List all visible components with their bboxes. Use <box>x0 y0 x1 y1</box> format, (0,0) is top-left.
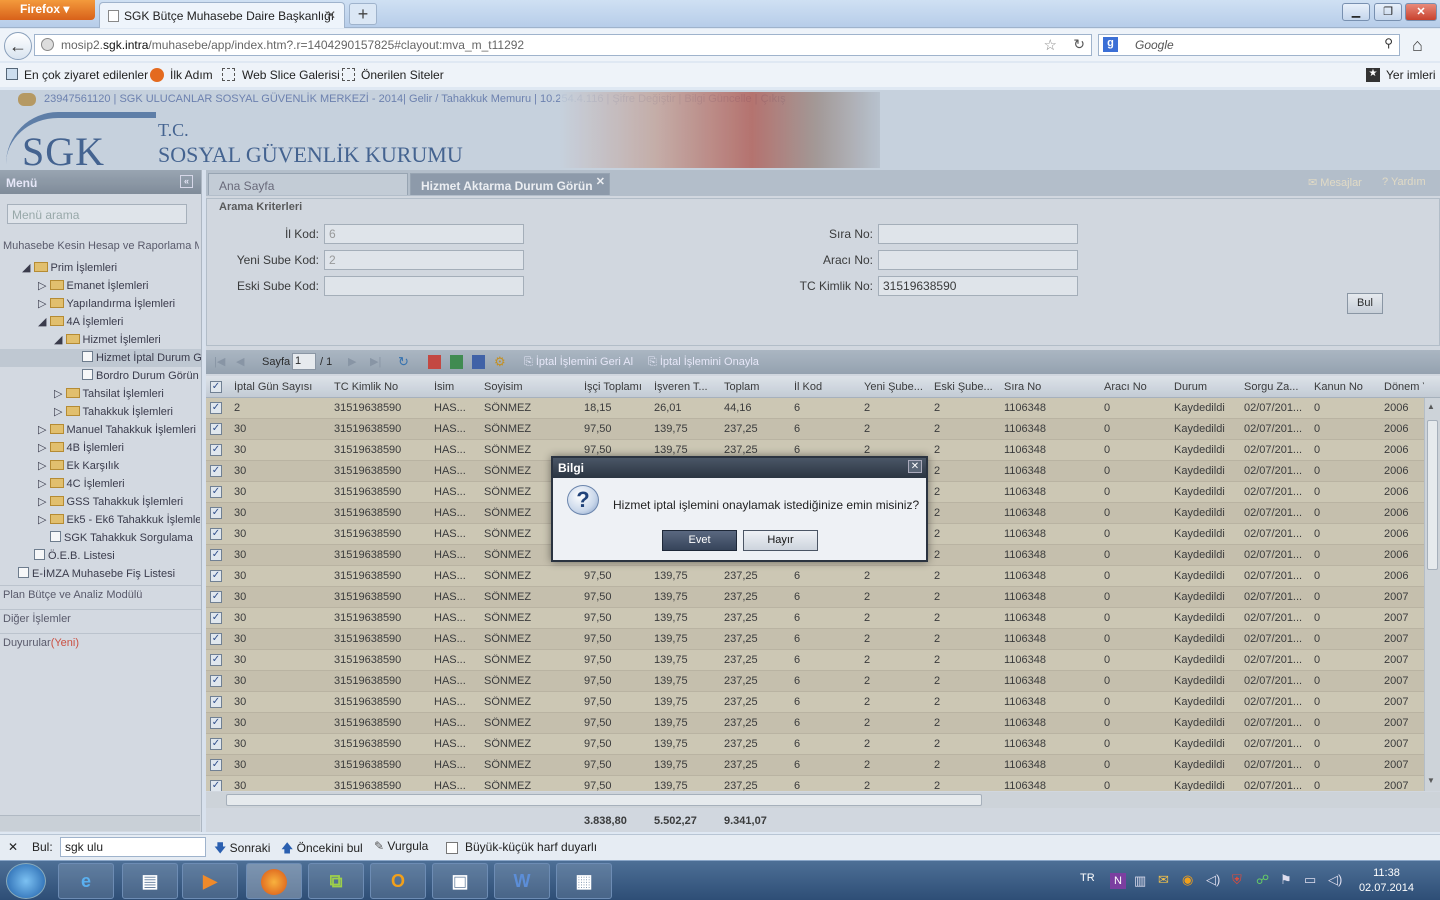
question-icon: ? <box>567 485 599 515</box>
windows-taskbar: e ▤ ▶ ⧉ O ▣ W ▦ TR N ▥ ✉ ◉ ◁) ⛨ ☍ ⚑ ▭ ◁)… <box>0 860 1440 900</box>
find-bar: ✕ Bul: sgk ulu 🡇 Sonraki 🡅 Öncekini bul … <box>0 834 1440 860</box>
find-label: Bul: <box>32 840 53 854</box>
bookmark-first-steps[interactable]: İlk Adım <box>170 68 213 82</box>
calculator-icon[interactable]: ▦ <box>556 863 612 899</box>
search-box[interactable]: g Google ⚲ <box>1098 34 1400 56</box>
tab-close-icon[interactable]: ✕ <box>326 8 336 22</box>
web-slice-icon <box>222 68 235 81</box>
network-tray-icon[interactable]: ☍ <box>1256 872 1269 888</box>
ie-icon[interactable]: e <box>58 863 114 899</box>
flag-icon[interactable]: ⚑ <box>1280 872 1292 888</box>
bookmarks-star-icon: ★ <box>1366 68 1380 82</box>
word-taskbar-icon[interactable]: W <box>494 863 550 899</box>
bookmarks-icon <box>6 68 18 80</box>
language-indicator[interactable]: TR <box>1080 872 1095 884</box>
browser-tab[interactable]: SGK Bütçe Muhasebe Daire Başkanlığı ✕ <box>99 2 345 28</box>
network-app-icon[interactable]: ⧉ <box>308 863 364 899</box>
firefox-taskbar-icon[interactable] <box>246 863 302 899</box>
bookmark-star-icon[interactable]: ☆ <box>1044 36 1057 54</box>
back-arrow-icon[interactable]: ← <box>4 32 32 60</box>
no-button[interactable]: Hayır <box>743 530 818 551</box>
bookmarks-menu[interactable]: Yer imleri <box>1386 68 1436 82</box>
bookmark-suggested-sites[interactable]: Önerilen Siteler <box>361 68 444 82</box>
highlight-button[interactable]: ✎ Vurgula <box>374 839 428 853</box>
match-case-checkbox[interactable] <box>446 842 458 854</box>
confirm-dialog: Bilgi ✕ ? Hizmet iptal işlemini onaylama… <box>551 456 928 562</box>
close-window-button[interactable]: ✕ <box>1405 3 1437 21</box>
browser-titlebar: Firefox ▾ SGK Bütçe Muhasebe Daire Başka… <box>0 0 1440 28</box>
minimize-button[interactable]: ▁ <box>1342 3 1370 21</box>
media-player-icon[interactable]: ▶ <box>182 863 238 899</box>
mail-tray-icon[interactable]: ✉ <box>1158 872 1169 888</box>
dialog-close-icon[interactable]: ✕ <box>908 460 922 473</box>
find-prev-button[interactable]: 🡅 Öncekini bul <box>281 839 363 860</box>
find-next-button[interactable]: 🡇 Sonraki <box>214 839 270 860</box>
suggested-sites-icon <box>342 68 355 81</box>
home-icon[interactable]: ⌂ <box>1412 35 1423 56</box>
dialog-message: Hizmet iptal işlemini onaylamak istediği… <box>613 498 920 512</box>
globe-icon <box>41 38 54 51</box>
yes-button[interactable]: Evet <box>662 530 737 551</box>
find-close-icon[interactable]: ✕ <box>8 840 18 854</box>
reload-icon[interactable]: ↻ <box>1073 36 1085 53</box>
bookmark-web-slice[interactable]: Web Slice Galerisi <box>242 68 340 82</box>
outlook-icon[interactable]: O <box>370 863 426 899</box>
page-icon <box>108 10 119 22</box>
navigation-bar: ← mosip2.sgk.intra/muhasebe/app/index.ht… <box>0 29 1440 61</box>
match-case-label: Büyük-küçük harf duyarlı <box>465 840 598 854</box>
google-icon: g <box>1103 37 1118 52</box>
onenote-tray-icon[interactable]: N <box>1110 873 1126 889</box>
app-window-icon[interactable]: ▣ <box>432 863 488 899</box>
bookmark-most-visited[interactable]: En çok ziyaret edilenler <box>24 68 148 82</box>
bookmarks-toolbar: En çok ziyaret edilenler İlk Adım Web Sl… <box>0 63 1440 87</box>
explorer-icon[interactable]: ▤ <box>122 863 178 899</box>
tray-icon[interactable]: ▥ <box>1134 873 1146 889</box>
taskbar-clock[interactable]: 11:38 02.07.2014 <box>1359 866 1414 896</box>
find-input[interactable]: sgk ulu <box>60 837 206 857</box>
search-icon[interactable]: ⚲ <box>1384 36 1393 50</box>
shield-icon[interactable]: ⛨ <box>1232 872 1242 888</box>
firefox-menu-button[interactable]: Firefox ▾ <box>0 0 95 20</box>
volume-icon[interactable]: ◁) <box>1328 872 1342 888</box>
start-button[interactable] <box>6 863 46 899</box>
speaker-icon[interactable]: ◁) <box>1206 872 1220 888</box>
maximize-button[interactable]: ❐ <box>1374 3 1402 21</box>
firefox-icon <box>150 68 164 82</box>
display-icon[interactable]: ▭ <box>1304 872 1316 888</box>
outlook-tray-icon[interactable]: ◉ <box>1182 872 1193 888</box>
address-bar[interactable]: mosip2.sgk.intra/muhasebe/app/index.htm?… <box>34 34 1092 56</box>
new-tab-button[interactable]: + <box>349 3 377 25</box>
dialog-title: Bilgi <box>553 458 926 478</box>
